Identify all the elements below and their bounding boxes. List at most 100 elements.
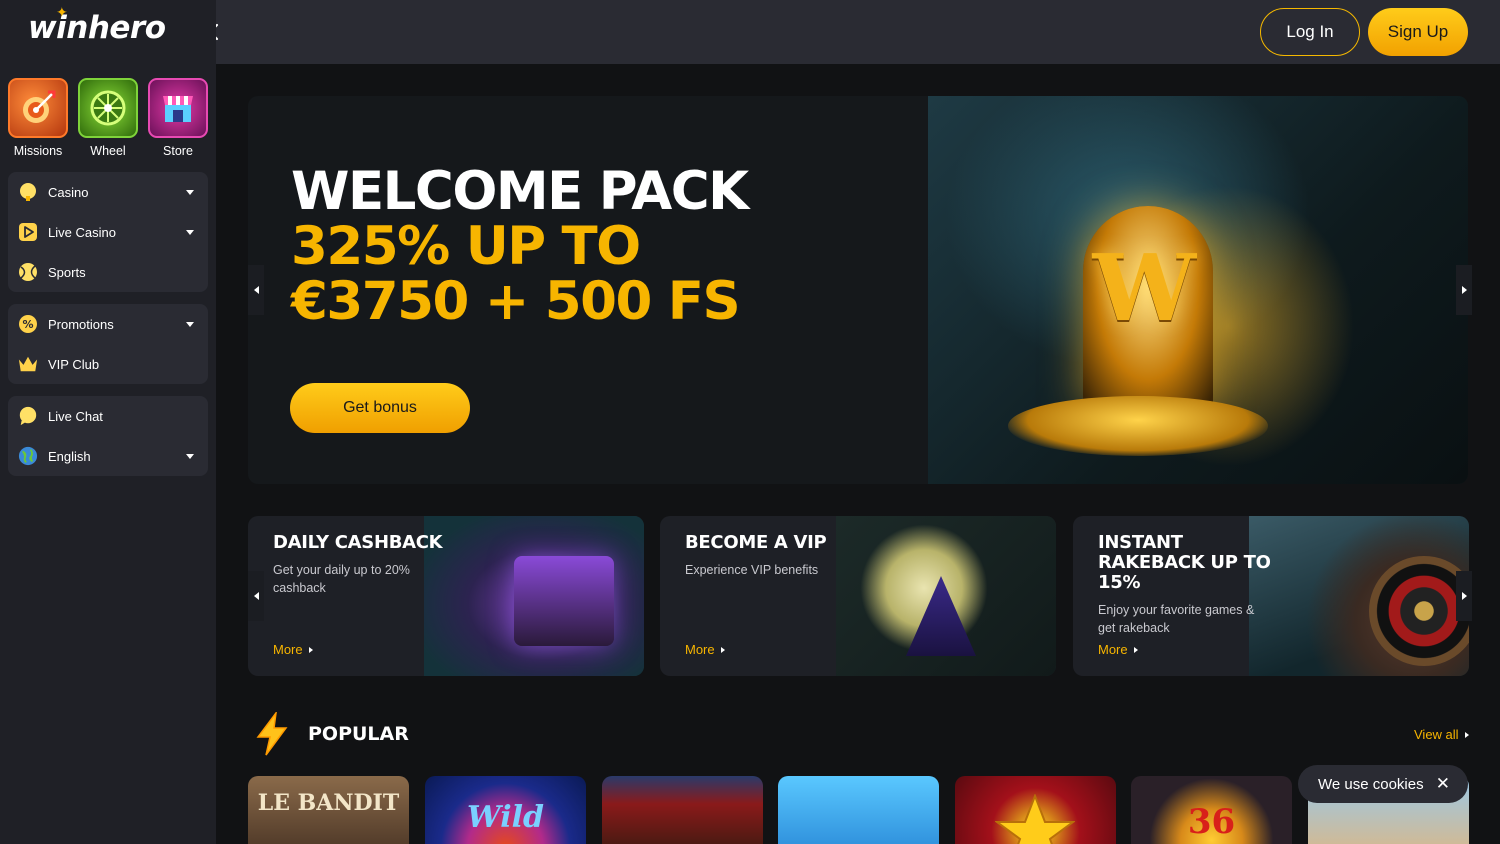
- chevron-left-icon: [253, 286, 259, 294]
- view-all-label: View all: [1414, 727, 1459, 742]
- promo-card-cashback[interactable]: DAILY CASHBACK Get your daily up to 20% …: [248, 516, 644, 676]
- popular-header: POPULAR: [254, 712, 409, 756]
- globe-icon: [18, 446, 38, 466]
- caret-right-icon: [308, 646, 313, 653]
- roulette-icon: [1369, 556, 1469, 666]
- chevron-down-icon[interactable]: [186, 322, 194, 327]
- wheel-icon: [78, 78, 138, 138]
- view-all-link[interactable]: View all: [1414, 727, 1469, 742]
- sidebar-item-vip-club[interactable]: VIP Club: [8, 344, 208, 384]
- promo-text: Enjoy your favorite games & get rakeback: [1098, 603, 1255, 635]
- more-label: More: [685, 642, 715, 657]
- promo-title: DAILY CASHBACK: [273, 532, 443, 553]
- promo-next-button[interactable]: [1456, 571, 1472, 621]
- sidebar-item-promotions[interactable]: % Promotions: [8, 304, 208, 344]
- sidebar-item-label: Sports: [48, 264, 86, 280]
- promo-text: Get your daily up to 20% cashback: [273, 563, 410, 595]
- star-icon: [995, 794, 1075, 844]
- quick-link-missions[interactable]: Missions: [8, 78, 68, 158]
- quick-link-label: Missions: [13, 144, 63, 158]
- close-icon[interactable]: ✕: [1436, 774, 1450, 794]
- game-tile[interactable]: LE BANDIT: [248, 776, 409, 844]
- sidebar-item-live-casino[interactable]: Live Casino: [8, 212, 208, 252]
- game-title: LE BANDIT: [257, 790, 400, 816]
- hero-next-button[interactable]: [1456, 265, 1472, 315]
- wizard-hat-icon: [906, 576, 976, 656]
- chat-icon: [18, 406, 38, 426]
- game-tile[interactable]: Wild: [425, 776, 586, 844]
- nav-group-games: Casino Live Casino Sports: [8, 172, 208, 292]
- coin-pile: [1008, 396, 1268, 456]
- top-header: Log In Sign Up: [192, 0, 1500, 64]
- hero-title-line1: WELCOME PACK: [291, 161, 749, 222]
- crown-icon: [18, 354, 38, 374]
- cookie-notice: We use cookies ✕: [1298, 765, 1468, 803]
- chevron-down-icon[interactable]: [186, 190, 194, 195]
- chevron-down-icon[interactable]: [186, 230, 194, 235]
- chevron-down-icon[interactable]: [186, 454, 194, 459]
- hero-title-line2: 325% UP TO: [291, 216, 641, 277]
- game-tile[interactable]: [602, 776, 763, 844]
- game-title: 36: [1187, 802, 1236, 842]
- sidebar-item-label: VIP Club: [48, 356, 100, 372]
- game-title: Wild: [467, 800, 544, 835]
- casino-icon: [18, 182, 38, 202]
- logo-text: winhero: [28, 10, 166, 46]
- nav-group-support: Live Chat English: [8, 396, 208, 476]
- sidebar-item-casino[interactable]: Casino: [8, 172, 208, 212]
- percent-icon: %: [18, 314, 38, 334]
- caret-right-icon: [720, 646, 725, 653]
- promo-more-link[interactable]: More: [685, 642, 725, 657]
- hero-w-logo: W: [1092, 234, 1196, 342]
- login-button[interactable]: Log In: [1260, 8, 1360, 56]
- chevron-right-icon: [1461, 286, 1467, 294]
- quick-link-wheel[interactable]: Wheel: [78, 78, 138, 158]
- promo-title: INSTANT RAKEBACK UP TO 15%: [1098, 532, 1271, 593]
- promo-more-link[interactable]: More: [1098, 642, 1138, 657]
- promo-more-link[interactable]: More: [273, 642, 313, 657]
- promo-title: BECOME A VIP: [685, 532, 827, 553]
- winhero-logo[interactable]: winhero: [28, 10, 166, 46]
- hero-prev-button[interactable]: [248, 265, 264, 315]
- sidebar-item-label: Promotions: [48, 316, 114, 332]
- app-root: Log In Sign Up winhero ✦ Missions Wheel …: [0, 0, 1500, 844]
- game-tile[interactable]: [955, 776, 1116, 844]
- hero-banner[interactable]: W WELCOME PACK 325% UP TO €3750 + 500 FS…: [248, 96, 1468, 484]
- lightning-icon: [256, 712, 288, 756]
- quick-link-label: Store: [163, 144, 193, 158]
- store-icon: [148, 78, 208, 138]
- get-bonus-button[interactable]: Get bonus: [290, 383, 470, 433]
- dart-target-icon: [8, 78, 68, 138]
- more-label: More: [273, 642, 303, 657]
- signup-button[interactable]: Sign Up: [1368, 8, 1468, 56]
- hero-title: WELCOME PACK 325% UP TO €3750 + 500 FS: [291, 161, 749, 332]
- promo-card-rakeback[interactable]: INSTANT RAKEBACK UP TO 15% Enjoy your fa…: [1073, 516, 1469, 676]
- sidebar-item-label: Live Chat: [48, 408, 103, 424]
- nav-group-rewards: % Promotions VIP Club: [8, 304, 208, 384]
- sidebar-item-language[interactable]: English: [8, 436, 208, 476]
- sidebar: winhero ✦ Missions Wheel Store Casino Li…: [0, 0, 216, 844]
- svg-text:%: %: [22, 318, 33, 331]
- quick-link-store[interactable]: Store: [148, 78, 208, 158]
- sidebar-item-label: Casino: [48, 184, 89, 200]
- more-label: More: [1098, 642, 1128, 657]
- game-tile[interactable]: 36: [1131, 776, 1292, 844]
- caret-right-icon: [1464, 731, 1469, 738]
- logo-star-icon: ✦: [56, 4, 68, 20]
- sidebar-item-label: Live Casino: [48, 224, 116, 240]
- ball-icon: [18, 262, 38, 282]
- play-icon: [18, 222, 38, 242]
- promo-card-vip[interactable]: BECOME A VIP Experience VIP benefits Mor…: [660, 516, 1056, 676]
- sidebar-item-sports[interactable]: Sports: [8, 252, 208, 292]
- caret-right-icon: [1133, 646, 1138, 653]
- sidebar-item-live-chat[interactable]: Live Chat: [8, 396, 208, 436]
- section-title: POPULAR: [308, 723, 409, 745]
- chevron-left-icon: [253, 592, 259, 600]
- hero-illustration: [928, 96, 1468, 484]
- promo-prev-button[interactable]: [248, 571, 264, 621]
- promo-text: Experience VIP benefits: [685, 563, 819, 577]
- game-tile[interactable]: [778, 776, 939, 844]
- chevron-right-icon: [1461, 592, 1467, 600]
- hero-title-line3: €3750 + 500 FS: [291, 271, 741, 332]
- chest-icon: [514, 556, 614, 646]
